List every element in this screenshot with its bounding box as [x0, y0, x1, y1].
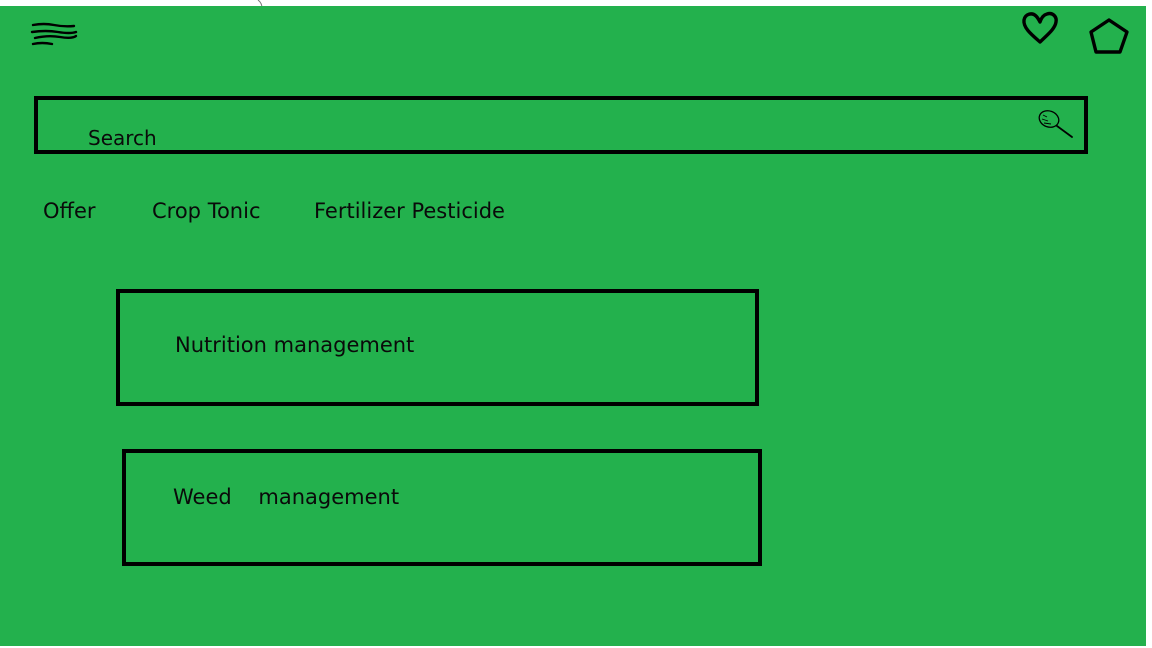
- card-title: Nutrition management: [175, 333, 415, 357]
- card-title: Weed management: [173, 485, 400, 509]
- search-bar[interactable]: [34, 96, 1088, 154]
- magnifier-search-icon[interactable]: [1034, 104, 1078, 144]
- weed-management-card[interactable]: Weed management: [122, 449, 762, 566]
- pentagon-home-icon[interactable]: [1086, 16, 1132, 56]
- category-fertilizer-pesticide[interactable]: Fertilizer Pesticide: [314, 199, 505, 223]
- category-crop-tonic[interactable]: Crop Tonic: [152, 199, 261, 223]
- heart-icon[interactable]: [1018, 8, 1062, 48]
- hamburger-menu-icon[interactable]: [30, 20, 80, 50]
- nutrition-management-card[interactable]: Nutrition management: [116, 289, 759, 406]
- search-input[interactable]: [88, 124, 988, 152]
- category-offer[interactable]: Offer: [43, 199, 96, 223]
